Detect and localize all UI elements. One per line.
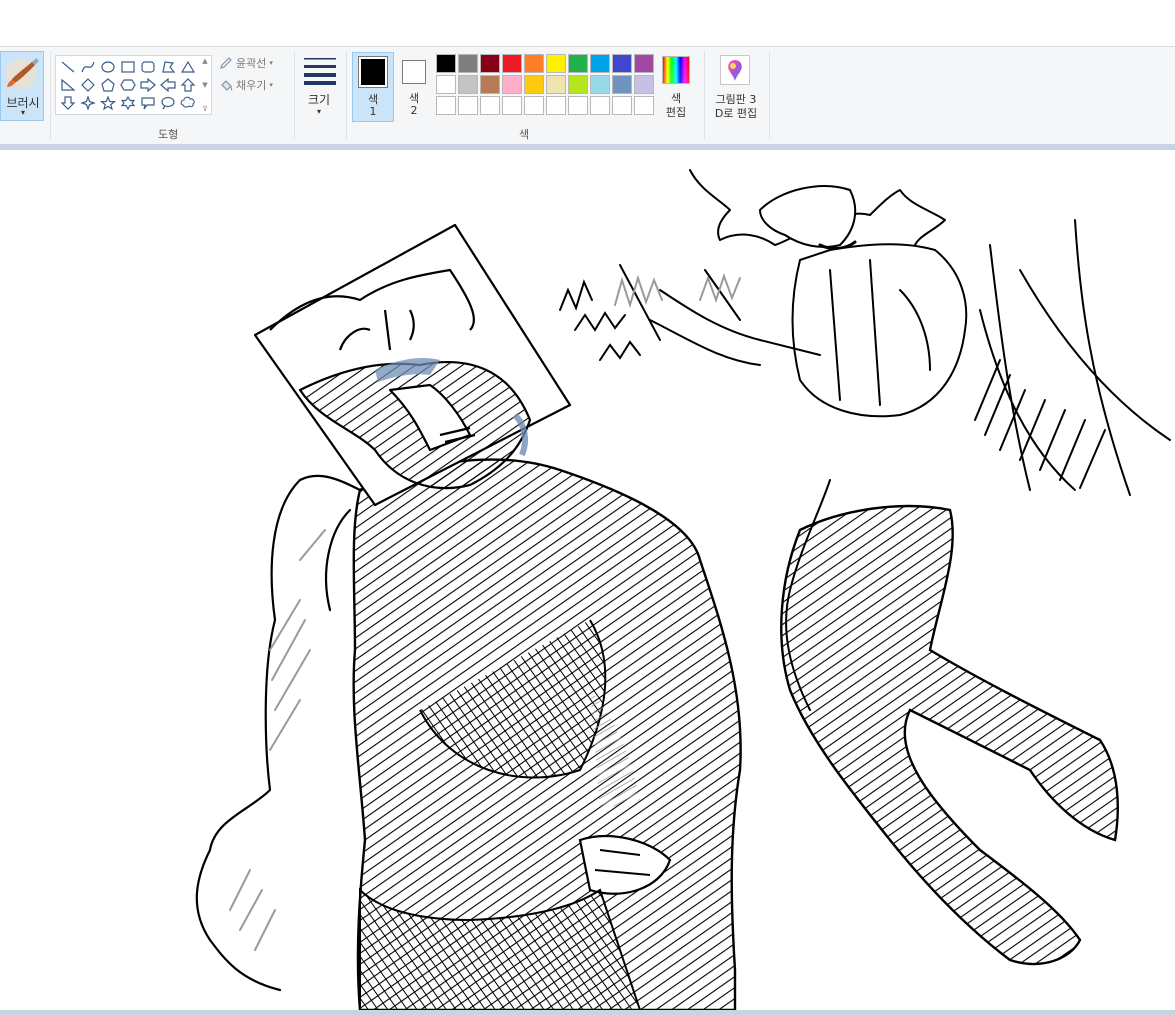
color-palette (436, 54, 656, 117)
up-arrow-shape-icon[interactable] (178, 76, 198, 94)
palette-color-swatch[interactable] (458, 75, 478, 94)
palette-color-swatch[interactable] (612, 96, 632, 115)
paint3d-button[interactable]: 그림판 3 D로 편집 (706, 52, 766, 122)
color1-button[interactable]: 색 1 (352, 52, 394, 122)
shapes-scrollbar[interactable]: ▲ ▼ ⊽ (200, 57, 210, 113)
palette-color-swatch[interactable] (546, 54, 566, 73)
divider (769, 51, 770, 139)
palette-color-swatch[interactable] (524, 54, 544, 73)
title-area (0, 0, 1175, 46)
sketch-drawing (195, 169, 1171, 1010)
diamond-shape-icon[interactable] (78, 76, 98, 94)
palette-color-swatch[interactable] (634, 96, 654, 115)
edit-colors-label-line2: 편집 (665, 106, 687, 119)
left-arrow-shape-icon[interactable] (158, 76, 178, 94)
palette-color-swatch[interactable] (502, 75, 522, 94)
polygon-shape-icon[interactable] (158, 58, 178, 76)
colors-group-label: 색 (519, 128, 530, 141)
chevron-down-icon: ▾ (316, 107, 321, 116)
palette-color-swatch[interactable] (502, 96, 522, 115)
triangle-shape-icon[interactable] (178, 58, 198, 76)
palette-color-swatch[interactable] (568, 54, 588, 73)
palette-color-swatch[interactable] (502, 54, 522, 73)
palette-color-swatch[interactable] (546, 96, 566, 115)
palette-color-swatch[interactable] (458, 96, 478, 115)
divider (704, 51, 705, 139)
pencil-outline-icon (220, 57, 232, 69)
fill-bucket-icon (221, 80, 233, 91)
palette-color-swatch[interactable] (524, 96, 544, 115)
fill-dropdown[interactable]: 채우기 ▾ (219, 77, 273, 93)
color2-number: 2 (410, 104, 418, 117)
chevron-down-icon: ▾ (269, 59, 273, 67)
divider (346, 51, 347, 139)
size-label: 크기 (307, 93, 331, 107)
divider (294, 51, 295, 139)
shapes-gallery[interactable]: ▲ ▼ ⊽ (55, 55, 212, 115)
status-border (0, 1010, 1175, 1015)
color2-button[interactable]: 색 2 (397, 52, 431, 122)
palette-color-swatch[interactable] (524, 75, 544, 94)
ribbon: 브러시 ▾ ▲ ▼ ⊽ 윤곽선 ▾ 채우기 ▾ 도형 크기 ▾ 색 1 색 2 … (0, 46, 1175, 144)
brush-button[interactable]: 브러시 ▾ (0, 51, 44, 121)
rounded-rectangle-shape-icon[interactable] (138, 58, 158, 76)
palette-color-swatch[interactable] (436, 54, 456, 73)
divider (50, 51, 51, 139)
curve-shape-icon[interactable] (78, 58, 98, 76)
rectangle-shape-icon[interactable] (118, 58, 138, 76)
palette-color-swatch[interactable] (612, 75, 632, 94)
edit-colors-button[interactable]: 색 편집 (656, 52, 696, 122)
right-triangle-shape-icon[interactable] (58, 76, 78, 94)
cloud-callout-shape-icon[interactable] (178, 94, 198, 112)
six-point-star-shape-icon[interactable] (118, 94, 138, 112)
oval-shape-icon[interactable] (98, 58, 118, 76)
size-button[interactable]: 크기 ▾ (300, 51, 340, 121)
hexagon-shape-icon[interactable] (118, 76, 138, 94)
brush-icon (6, 58, 39, 89)
fill-label: 채우기 (236, 79, 267, 92)
chevron-down-icon: ▾ (269, 81, 273, 89)
palette-color-swatch[interactable] (590, 54, 610, 73)
palette-color-swatch[interactable] (436, 75, 456, 94)
oval-callout-shape-icon[interactable] (158, 94, 178, 112)
color1-swatch (358, 56, 388, 88)
palette-color-swatch[interactable] (436, 96, 456, 115)
palette-color-swatch[interactable] (546, 75, 566, 94)
palette-color-swatch[interactable] (612, 54, 632, 73)
five-point-star-shape-icon[interactable] (98, 94, 118, 112)
palette-color-swatch[interactable] (568, 96, 588, 115)
scroll-down-icon[interactable]: ▼ (202, 81, 207, 89)
right-arrow-shape-icon[interactable] (138, 76, 158, 94)
color2-swatch (402, 60, 426, 84)
palette-color-swatch[interactable] (458, 54, 478, 73)
paint3d-label-line2: D로 편집 (714, 107, 758, 120)
shapes-group-label: 도형 (158, 128, 179, 141)
palette-color-swatch[interactable] (480, 96, 500, 115)
palette-color-swatch[interactable] (634, 54, 654, 73)
expand-icon[interactable]: ⊽ (202, 105, 207, 113)
palette-color-swatch[interactable] (480, 75, 500, 94)
palette-color-swatch[interactable] (480, 54, 500, 73)
drawing-canvas[interactable] (0, 150, 1175, 1010)
four-point-star-shape-icon[interactable] (78, 94, 98, 112)
outline-label: 윤곽선 (236, 57, 267, 70)
outline-dropdown[interactable]: 윤곽선 ▾ (219, 55, 273, 71)
color1-number: 1 (369, 105, 377, 118)
palette-color-swatch[interactable] (590, 96, 610, 115)
scroll-up-icon[interactable]: ▲ (202, 57, 207, 65)
chevron-down-icon: ▾ (20, 108, 25, 117)
line-size-icon (304, 58, 336, 85)
down-arrow-shape-icon[interactable] (58, 94, 78, 112)
palette-color-swatch[interactable] (590, 75, 610, 94)
pentagon-shape-icon[interactable] (98, 76, 118, 94)
paint3d-icon (720, 55, 750, 85)
shape-grid (58, 58, 200, 112)
line-shape-icon[interactable] (58, 58, 78, 76)
rainbow-icon (662, 56, 690, 84)
rounded-callout-shape-icon[interactable] (138, 94, 158, 112)
palette-color-swatch[interactable] (634, 75, 654, 94)
palette-color-swatch[interactable] (568, 75, 588, 94)
